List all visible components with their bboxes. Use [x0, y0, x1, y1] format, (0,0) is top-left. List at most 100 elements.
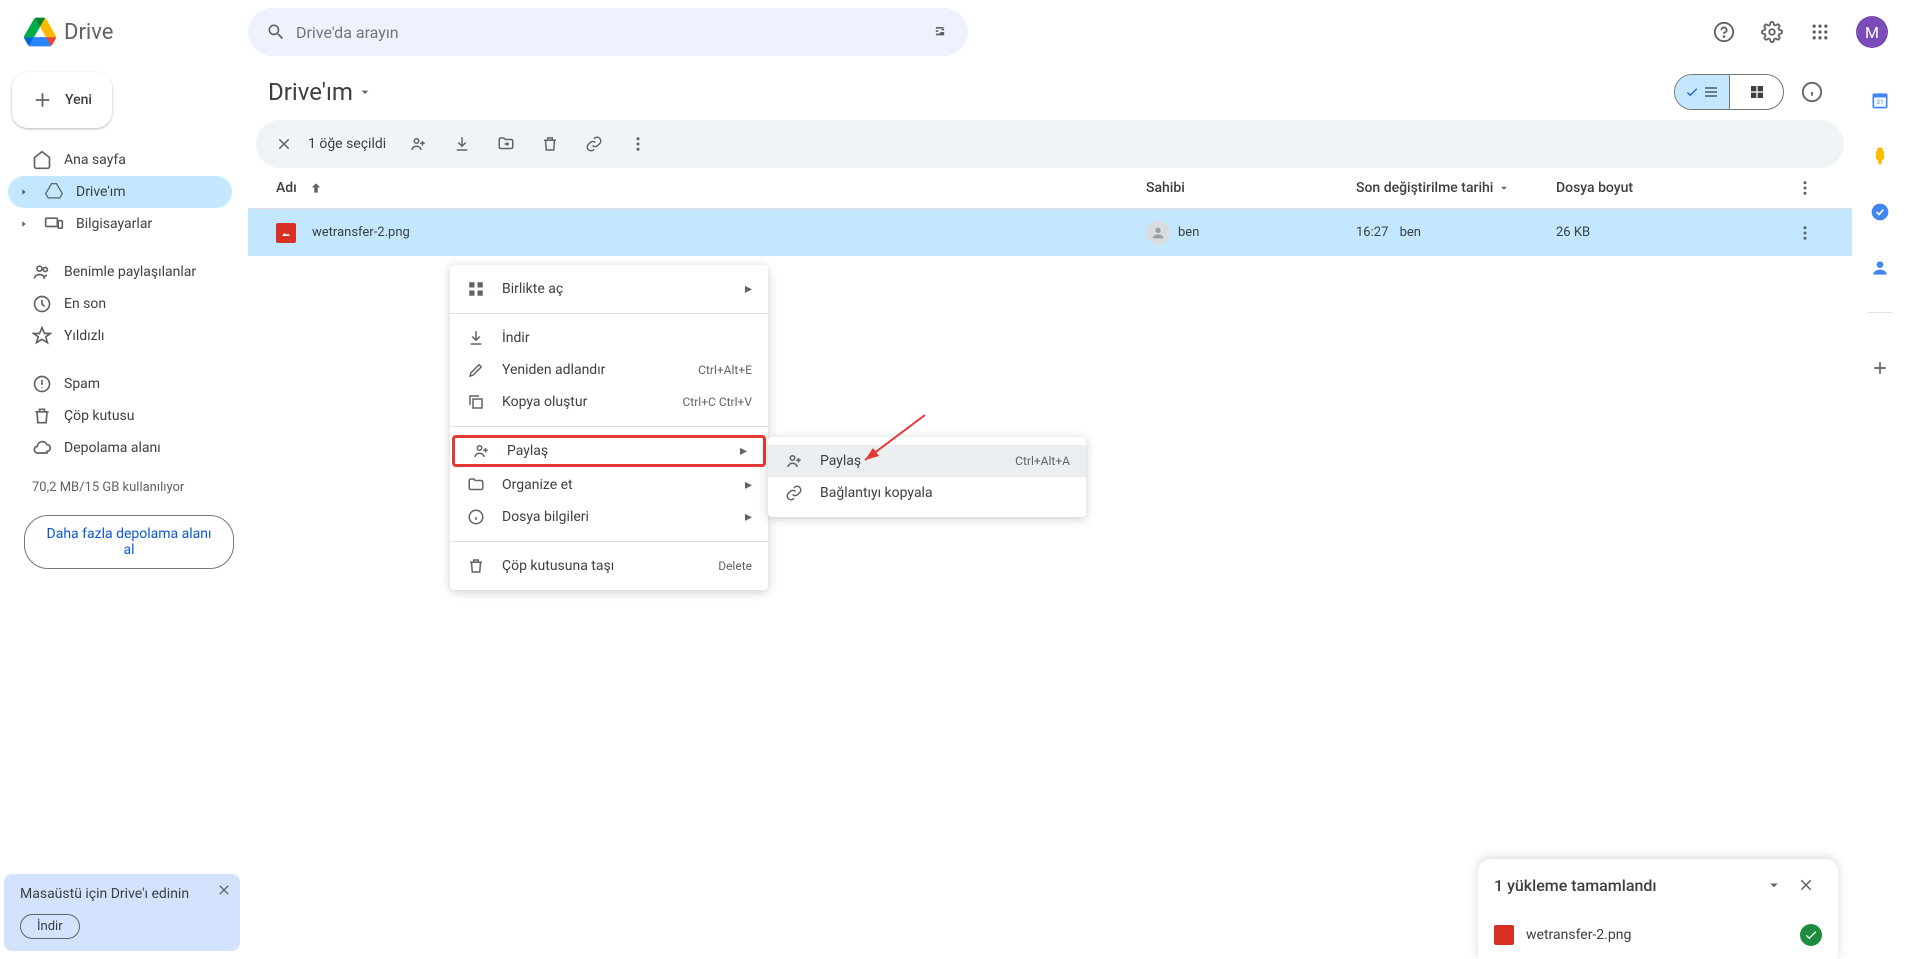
column-name[interactable]: Adı [276, 180, 1146, 196]
owner-name: ben [1178, 225, 1199, 240]
plus-icon [32, 88, 53, 112]
sidebar-item-home[interactable]: Ana sayfa [8, 144, 232, 176]
clear-selection-button[interactable] [264, 124, 304, 164]
sidebar-item-recent[interactable]: En son [8, 288, 232, 320]
search-filter-icon[interactable] [920, 12, 960, 52]
calendar-icon[interactable]: 31 [1860, 80, 1900, 120]
menu-open-with[interactable]: Birlikte aç ▸ [450, 273, 768, 305]
breadcrumb-title[interactable]: Drive'ım [268, 78, 373, 106]
sidebar-item-storage[interactable]: Depolama alanı [8, 432, 232, 464]
submenu-share[interactable]: Paylaş Ctrl+Alt+A [768, 445, 1086, 477]
open-with-icon [466, 279, 486, 299]
info-icon [1801, 81, 1823, 103]
trash-icon [32, 406, 52, 426]
column-modified[interactable]: Son değiştirilme tarihi [1356, 180, 1556, 196]
menu-rename[interactable]: Yeniden adlandır Ctrl+Alt+E [450, 354, 768, 386]
tasks-icon[interactable] [1860, 192, 1900, 232]
download-button[interactable] [442, 124, 482, 164]
file-size: 26 KB [1556, 225, 1590, 240]
clock-icon [32, 294, 52, 314]
share-button[interactable] [398, 124, 438, 164]
sidebar-item-mydrive[interactable]: Drive'ım [8, 176, 232, 208]
home-icon [32, 150, 52, 170]
keep-icon[interactable] [1860, 136, 1900, 176]
link-icon [784, 483, 804, 503]
menu-trash[interactable]: Çöp kutusuna taşı Delete [450, 550, 768, 582]
drive-logo-icon [20, 12, 60, 52]
logo-area[interactable]: Drive [16, 12, 248, 52]
search-bar[interactable] [248, 8, 968, 56]
info-icon [466, 507, 486, 527]
sidebar-item-shared[interactable]: Benimle paylaşılanlar [8, 256, 232, 288]
menu-share[interactable]: Paylaş ▸ [452, 435, 766, 467]
apps-icon[interactable] [1800, 12, 1840, 52]
chevron-right-icon: ▸ [745, 281, 752, 297]
menu-copy[interactable]: Kopya oluştur Ctrl+C Ctrl+V [450, 386, 768, 418]
move-button[interactable] [486, 124, 526, 164]
search-input[interactable] [296, 23, 920, 42]
edit-icon [466, 360, 486, 380]
toast-title: 1 yükleme tamamlandı [1494, 876, 1758, 895]
search-icon[interactable] [256, 12, 296, 52]
menu-download[interactable]: İndir [450, 322, 768, 354]
add-icon[interactable] [1860, 348, 1900, 388]
row-menu-button[interactable] [1796, 224, 1836, 242]
image-file-icon [276, 223, 296, 243]
column-owner[interactable]: Sahibi [1146, 180, 1356, 196]
header-actions: M [1704, 12, 1892, 52]
chevron-down-icon [1765, 876, 1783, 894]
spam-icon [32, 374, 52, 394]
download-icon [466, 328, 486, 348]
link-button[interactable] [574, 124, 614, 164]
buy-storage-button[interactable]: Daha fazla depolama alanı al [24, 515, 234, 569]
menu-divider [450, 313, 768, 314]
sidebar-item-label: Spam [64, 376, 100, 392]
toast-close-button[interactable] [1790, 869, 1822, 901]
upload-toast: 1 yükleme tamamlandı wetransfer-2.png [1478, 859, 1838, 959]
sidebar-item-computers[interactable]: Bilgisayarlar [8, 208, 232, 240]
app-title: Drive [64, 20, 113, 45]
help-icon[interactable] [1704, 12, 1744, 52]
sidebar-item-label: Drive'ım [76, 184, 126, 200]
promo-download-button[interactable]: İndir [20, 914, 80, 939]
image-file-icon [1494, 925, 1514, 945]
close-icon [275, 135, 293, 153]
more-vert-icon [1796, 224, 1814, 242]
cloud-icon [32, 438, 52, 458]
menu-organize[interactable]: Organize et ▸ [450, 469, 768, 501]
delete-button[interactable] [530, 124, 570, 164]
list-view-button[interactable] [1675, 75, 1729, 109]
more-button[interactable] [618, 124, 658, 164]
sidebar-item-label: Çöp kutusu [64, 408, 135, 424]
chevron-down-icon [357, 84, 373, 100]
menu-file-info[interactable]: Dosya bilgileri ▸ [450, 501, 768, 533]
right-side-panel: 31 [1852, 64, 1908, 959]
chevron-right-icon: ▸ [745, 509, 752, 525]
toast-file-item[interactable]: wetransfer-2.png [1478, 911, 1838, 959]
file-name: wetransfer-2.png [312, 225, 410, 240]
settings-icon[interactable] [1752, 12, 1792, 52]
details-button[interactable] [1792, 72, 1832, 112]
promo-close-button[interactable] [216, 882, 232, 898]
download-icon [453, 135, 471, 153]
sidebar-item-starred[interactable]: Yıldızlı [8, 320, 232, 352]
storage-usage-text: 70,2 MB/15 GB kullanılıyor [8, 472, 232, 503]
sidebar-item-trash[interactable]: Çöp kutusu [8, 400, 232, 432]
share-submenu: Paylaş Ctrl+Alt+A Bağlantıyı kopyala [768, 437, 1086, 517]
grid-view-button[interactable] [1729, 75, 1783, 109]
people-icon [32, 262, 52, 282]
toast-collapse-button[interactable] [1758, 869, 1790, 901]
grid-icon [1749, 84, 1765, 100]
column-size[interactable]: Dosya boyut [1556, 180, 1796, 196]
trash-icon [541, 135, 559, 153]
close-icon [1797, 876, 1815, 894]
sidebar-item-spam[interactable]: Spam [8, 368, 232, 400]
column-menu[interactable] [1796, 179, 1836, 197]
user-avatar[interactable]: M [1856, 16, 1888, 48]
sidebar-item-label: En son [64, 296, 106, 312]
contacts-icon[interactable] [1860, 248, 1900, 288]
file-row[interactable]: wetransfer-2.png ben 16:27 ben 26 KB [248, 208, 1852, 256]
new-button[interactable]: Yeni [12, 72, 112, 128]
devices-icon [44, 214, 64, 234]
submenu-copy-link[interactable]: Bağlantıyı kopyala [768, 477, 1086, 509]
